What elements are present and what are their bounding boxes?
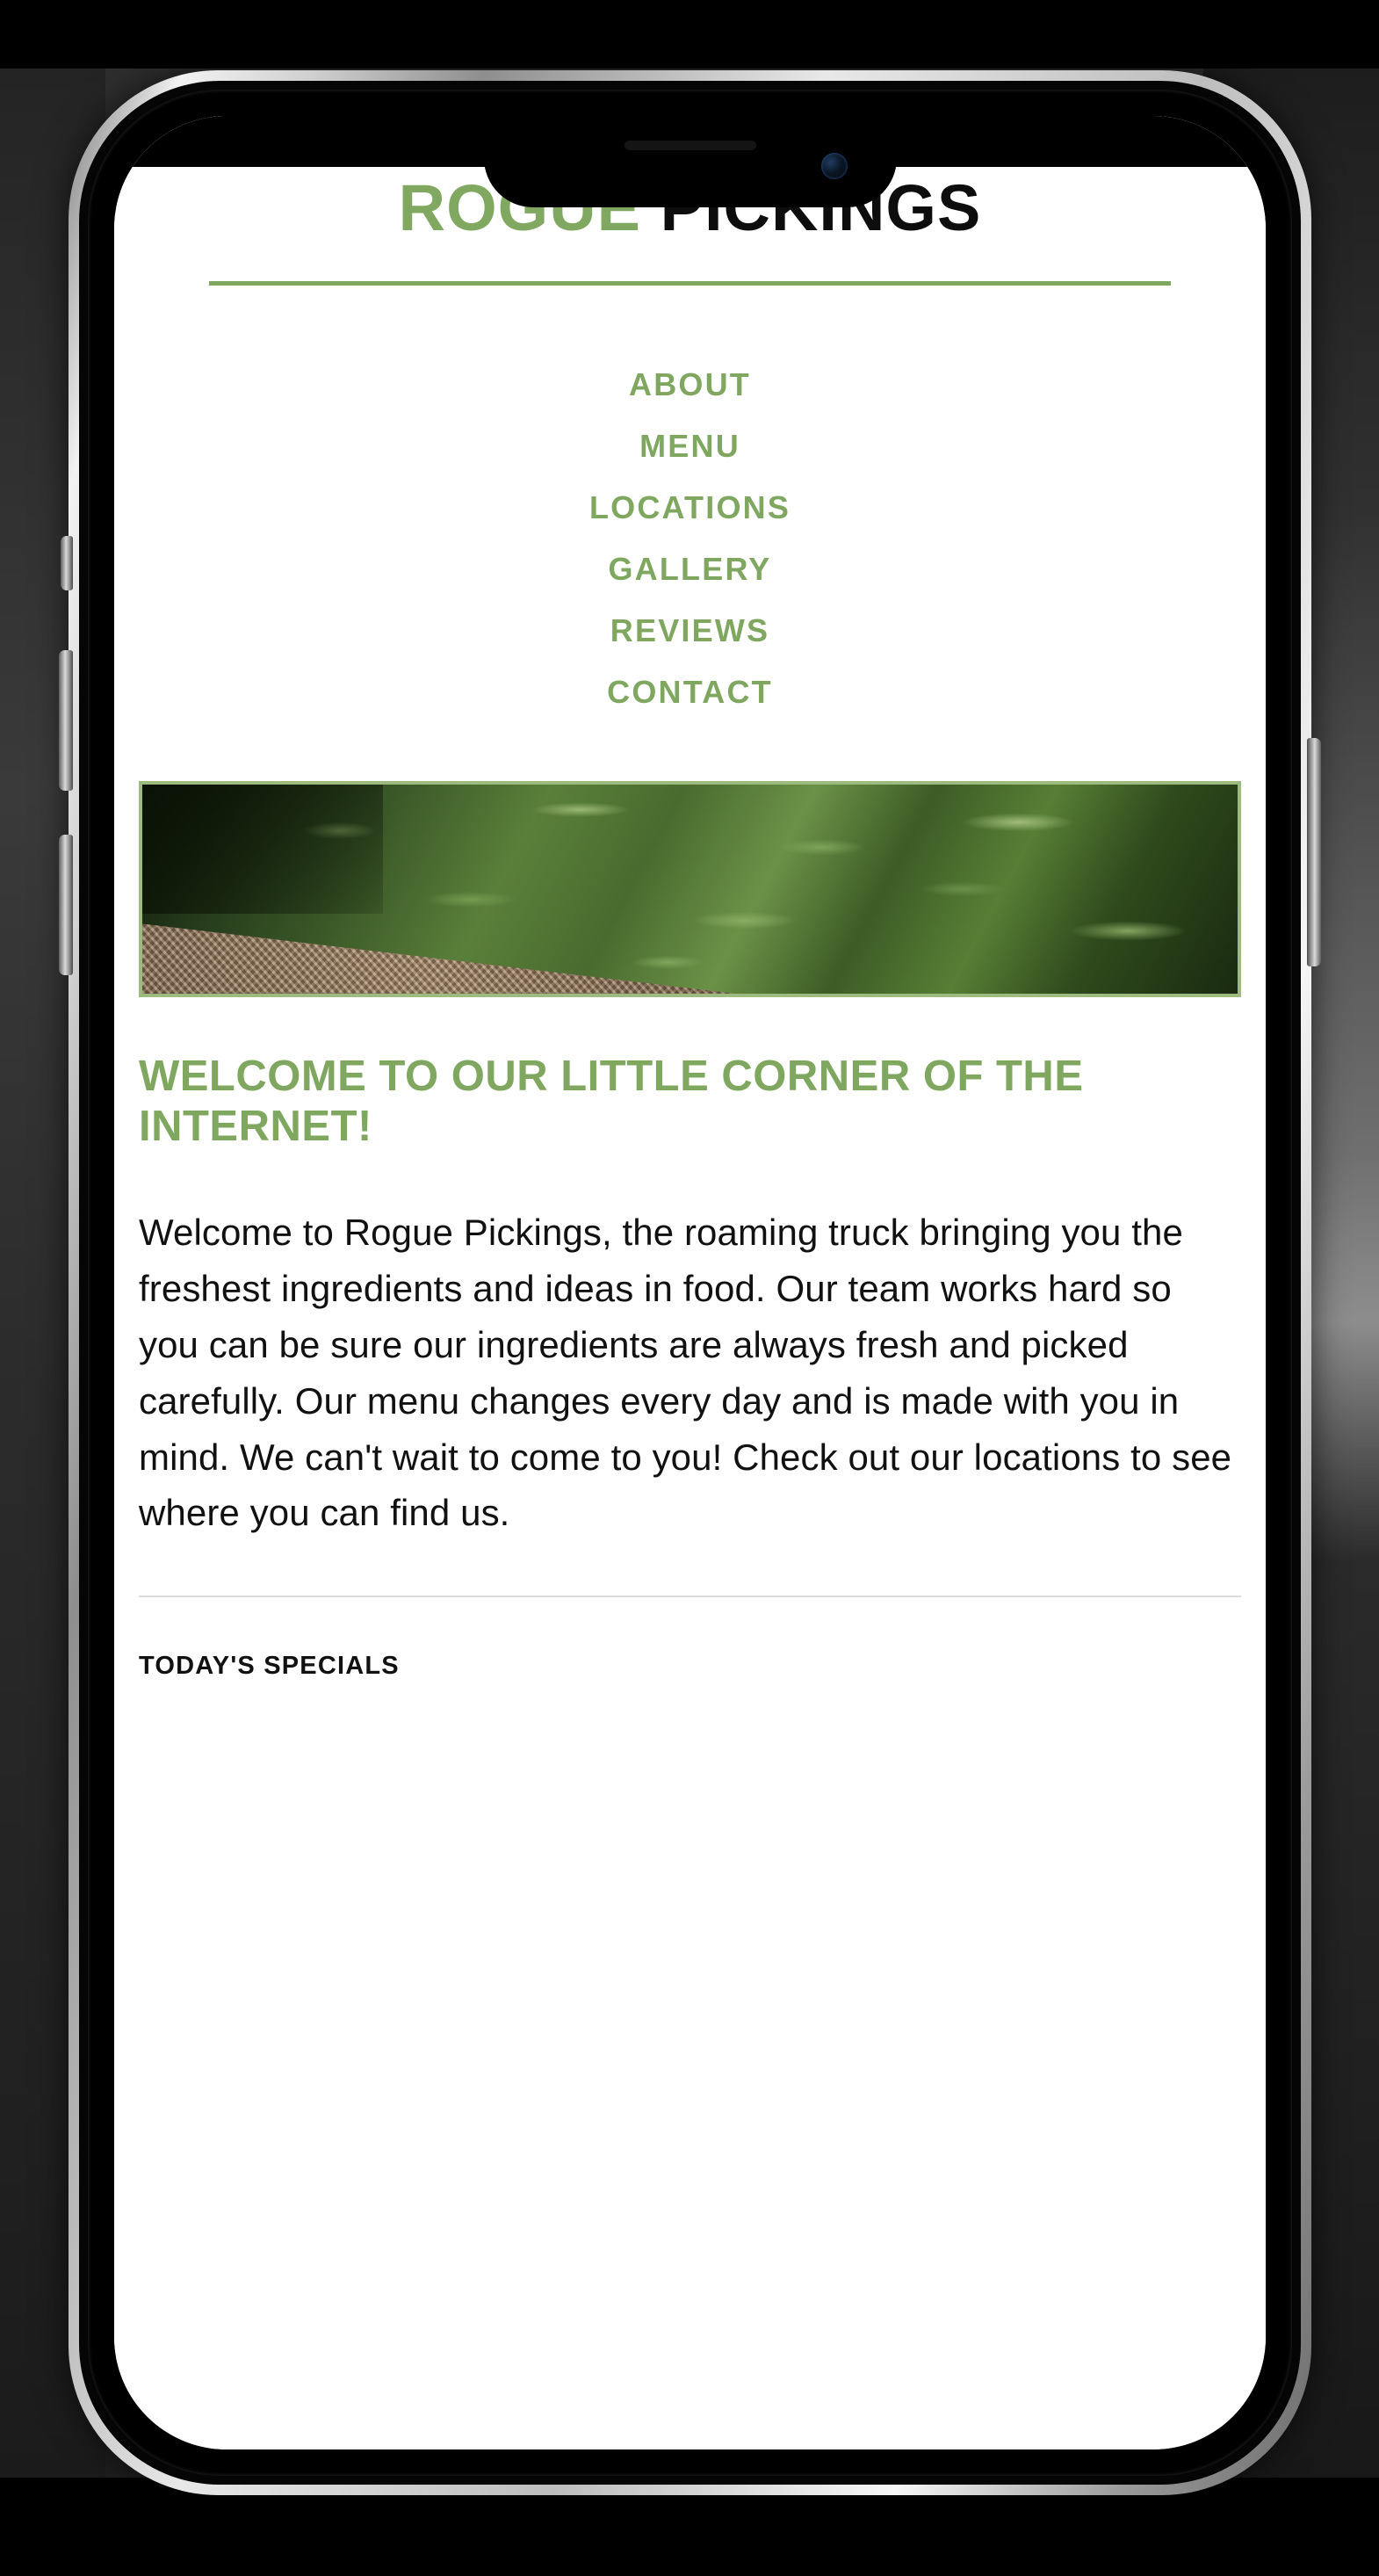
welcome-heading: WELCOME TO OUR LITTLE CORNER OF THE INTE… [139, 1052, 1084, 1151]
nav-item-reviews[interactable]: REVIEWS [114, 600, 1266, 662]
specials-heading: TODAY'S SPECIALS [139, 1652, 400, 1681]
front-camera-icon [820, 153, 848, 179]
nav-item-locations[interactable]: LOCATIONS [114, 477, 1266, 539]
power-button[interactable] [1307, 738, 1321, 966]
earpiece-speaker-icon [624, 141, 756, 150]
page-content: WELCOME TO OUR LITTLE CORNER OF THE INTE… [114, 1052, 1266, 1682]
phone-notch [483, 116, 897, 207]
header-divider [209, 280, 1171, 286]
phone-device-mockup: ROGUE PICKINGS ABOUT MENU LOCATIONS GALL… [59, 70, 1321, 2495]
nav-item-contact[interactable]: CONTACT [114, 662, 1266, 723]
section-divider [139, 1596, 1241, 1598]
screenshot-stage: ROGUE PICKINGS ABOUT MENU LOCATIONS GALL… [0, 0, 1379, 2576]
nav-item-about[interactable]: ABOUT [114, 354, 1266, 416]
phone-screen: ROGUE PICKINGS ABOUT MENU LOCATIONS GALL… [114, 116, 1266, 2449]
website-page: ROGUE PICKINGS ABOUT MENU LOCATIONS GALL… [114, 116, 1266, 2449]
volume-down-button[interactable] [59, 835, 73, 975]
silent-switch-button[interactable] [61, 536, 73, 590]
welcome-paragraph: Welcome to Rogue Pickings, the roaming t… [139, 1212, 1232, 1534]
nav-item-gallery[interactable]: GALLERY [114, 539, 1266, 600]
hero-image-frame [139, 780, 1241, 997]
hero-image-green-beans [142, 784, 1238, 994]
main-navigation: ABOUT MENU LOCATIONS GALLERY REVIEWS CON… [114, 354, 1266, 723]
volume-up-button[interactable] [59, 650, 73, 791]
hero-image-shadow [142, 784, 384, 915]
nav-item-menu[interactable]: MENU [114, 416, 1266, 477]
